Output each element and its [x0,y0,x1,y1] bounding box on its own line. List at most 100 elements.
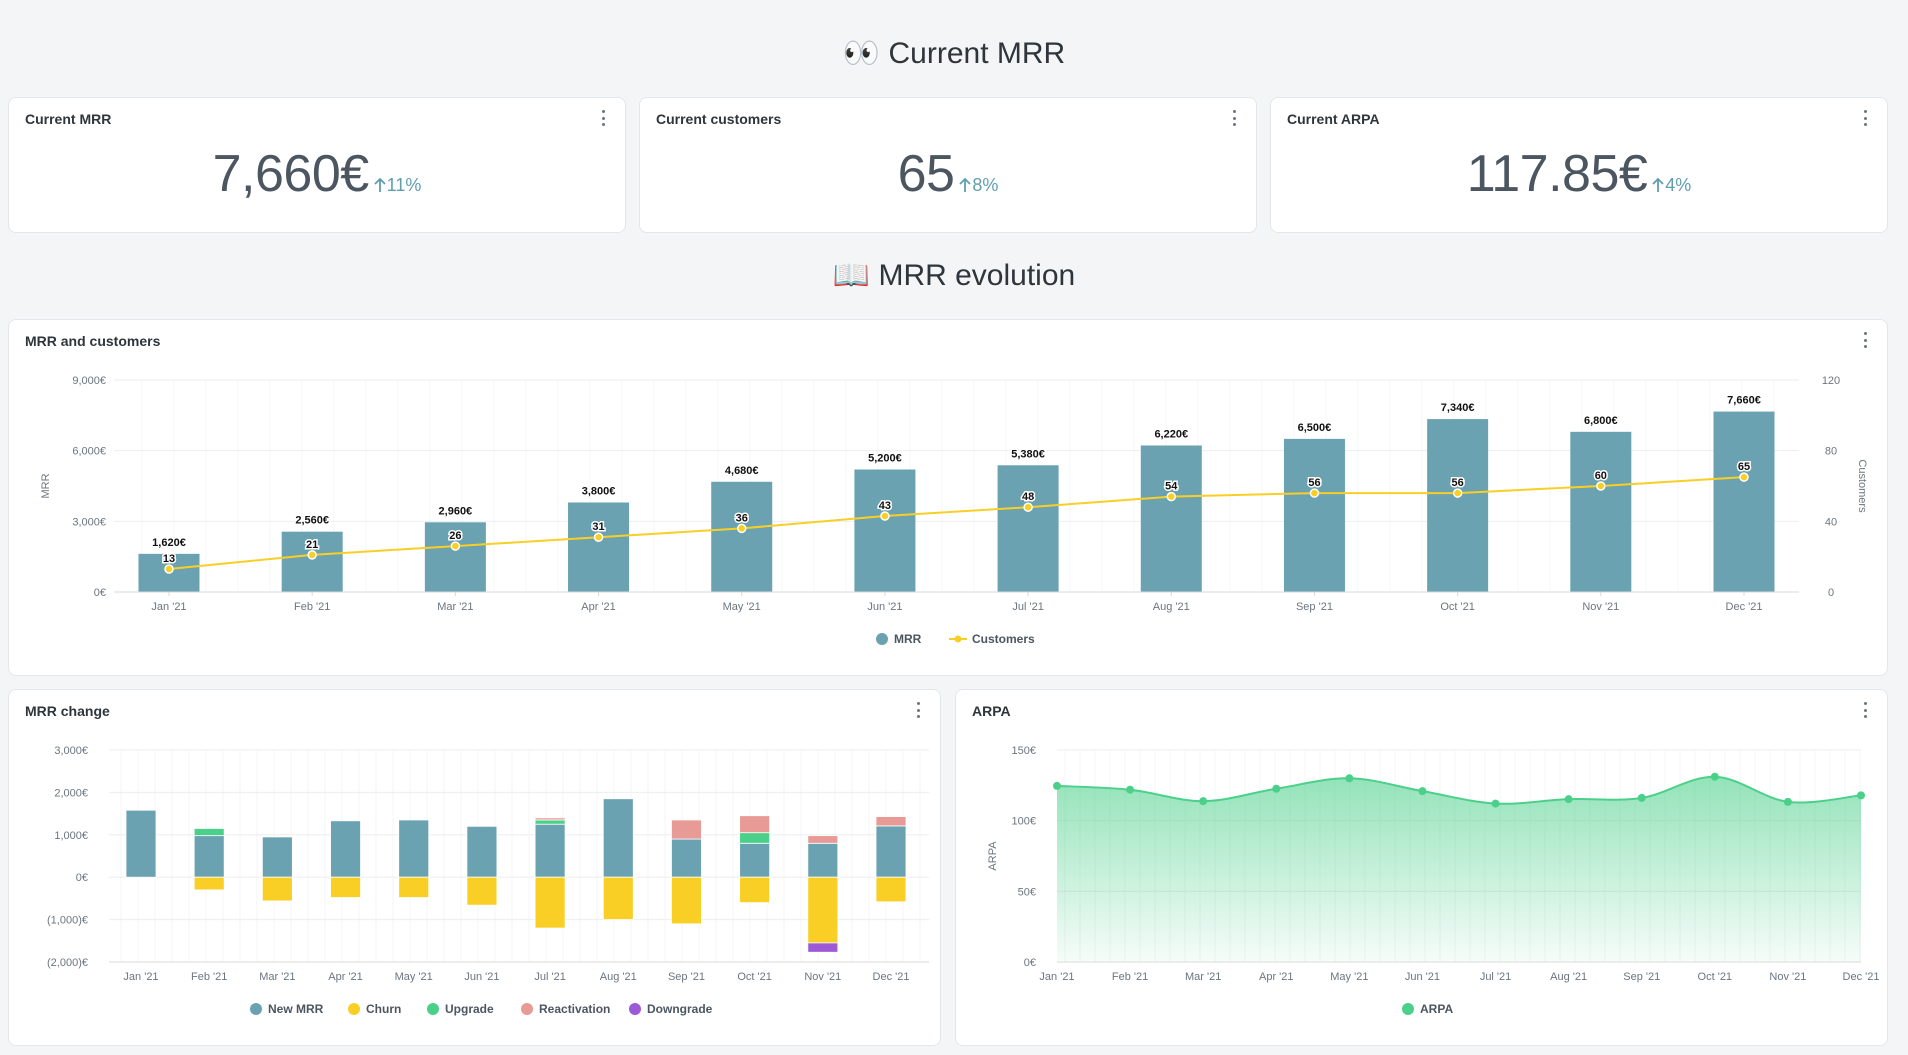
bar-new-mrr [602,798,634,878]
mrr-data-label: 3,800€ [582,485,616,497]
y-tick-label: 1,000€ [54,830,88,842]
book-icon: 📖 [832,259,871,292]
x-tick-label: Apr '21 [328,971,363,983]
scalar-card-current-arpa: Current ARPA 117.85€ 4% [1270,97,1888,233]
card-title[interactable]: Current ARPA [1287,111,1380,127]
more-options-icon[interactable] [1861,332,1869,348]
x-tick-label: Sep '21 [1296,601,1333,613]
mrr-bar [1427,419,1489,592]
y-tick-label: (1,000)€ [47,915,88,927]
y-tick-label: 9,000€ [72,375,106,387]
x-tick-label: Jul '21 [1480,971,1511,983]
arpa-chart: 0€ 50€ 100€ 150€ ARPA Jan '21 Feb '21 Mar '21 Ap… [987,745,1879,1016]
bar-reactivation [875,816,907,827]
bar-churn [671,876,702,925]
customers-data-label: 26 [449,530,461,542]
scalar-value: 117.85€ [1466,145,1648,203]
x-tick-label: Feb '21 [1112,971,1148,983]
customers-point [1023,502,1033,512]
chart-legend: ARPA [1402,1002,1453,1016]
bar-churn [466,876,498,906]
x-tick-label: Jul '21 [534,971,565,983]
customers-point [450,541,461,551]
customers-line [168,476,1745,571]
scalar-value: 7,660€ [212,145,370,203]
more-options-icon[interactable] [1230,110,1238,126]
scalar-change: 8% [958,175,998,195]
mrr-bar [1570,431,1632,592]
card-title[interactable]: ARPA [972,703,1011,719]
bar-churn [330,876,361,898]
customers-point [593,532,604,542]
arpa-point [1345,774,1354,783]
x-tick-label: Oct '21 [1698,971,1733,983]
mrr-data-label: 7,660€ [1727,395,1761,407]
customers-point [1309,488,1320,498]
arpa-point [1857,791,1865,800]
bar-churn [193,876,225,891]
customers-point [1596,481,1606,491]
customers-point [880,511,890,521]
y2-tick-label: 120 [1822,375,1840,387]
more-options-icon[interactable] [914,702,922,718]
bar-new-mrr [193,835,225,878]
scalar-value: 65 [897,145,955,203]
arpa-point [1053,781,1061,790]
section-title-text: Current MRR [888,37,1066,70]
legend-label-new-mrr: New MRR [268,1002,324,1016]
legend-marker-mrr [876,633,888,645]
chart-card-mrr-customers: MRR and customers 0€ 3,000€ 6,000€ 9,000€ 0 4… [8,319,1888,676]
bar-churn [875,876,907,903]
eyes-icon: 👀 [842,37,881,70]
bar-upgrade [193,828,225,837]
bar-downgrade [807,942,839,953]
scalar-change-value: 4% [1665,175,1692,195]
scalar-card-current-customers: Current customers 65 8% [639,97,1257,233]
mrr-bar [854,469,916,592]
card-title[interactable]: MRR change [25,703,110,719]
more-options-icon[interactable] [1861,110,1869,126]
mrr-data-label: 7,340€ [1441,402,1475,414]
bar-new-mrr [807,842,839,878]
x-tick-label: Jul '21 [1012,601,1043,613]
customers-point [1452,488,1463,498]
arpa-point [1783,797,1792,806]
card-title[interactable]: Current customers [656,111,781,127]
more-options-icon[interactable] [1861,702,1869,718]
mrr-data-label: 6,500€ [1298,422,1332,434]
bar-reactivation [671,819,702,840]
bar-new-mrr [466,825,498,878]
x-tick-label: Sep '21 [668,971,705,983]
legend-label-churn: Churn [366,1002,401,1016]
more-options-icon[interactable] [599,110,607,126]
arpa-point [1126,785,1135,794]
bar-new-mrr [534,823,566,878]
card-title[interactable]: MRR and customers [25,333,160,349]
bar-new-mrr [739,842,771,878]
legend-label-upgrade: Upgrade [445,1002,494,1016]
mrr-bar [568,502,630,592]
arpa-point [1418,787,1427,796]
mrr-data-label: 2,560€ [295,515,329,527]
arrow-up-icon [1652,177,1664,192]
x-tick-label: Mar '21 [259,971,295,983]
y-axis-label: MRR [40,473,52,498]
card-title[interactable]: Current MRR [25,111,111,127]
customers-data-label: 65 [1738,461,1750,473]
arpa-area [1057,776,1861,962]
legend-label-mrr: MRR [894,632,922,646]
x-tick-label: Jun '21 [1405,971,1440,983]
bar-upgrade [739,832,771,844]
bar-churn [398,876,430,898]
chart-card-mrr-change: MRR change (2,000)€ (1,000)€ 0€ 1,000€ 2,000… [8,689,941,1046]
bar-new-mrr [125,809,157,878]
bar-churn [261,876,293,902]
x-tick-label: Dec '21 [873,971,910,983]
legend-marker-arpa [1402,1003,1414,1015]
x-tick-label: Aug '21 [600,971,637,983]
bar-churn [534,876,566,929]
y-tick-label: 3,000€ [54,745,88,757]
legend-marker-upgrade [427,1003,439,1015]
mrr-data-label: 2,960€ [439,505,473,517]
customers-data-label: 13 [163,553,175,565]
